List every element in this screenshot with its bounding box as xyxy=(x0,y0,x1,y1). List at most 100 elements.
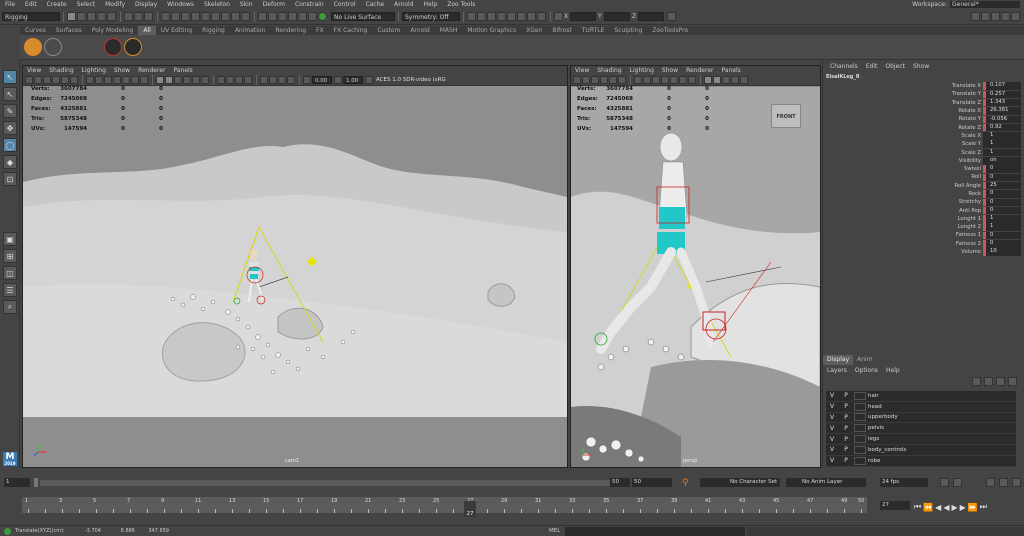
viewport-menu-panels[interactable]: Panels xyxy=(169,66,196,75)
snap-curve-icon[interactable] xyxy=(268,12,277,21)
x-field[interactable] xyxy=(570,12,596,21)
layer-visibility-toggle[interactable]: V xyxy=(826,446,838,453)
channel-attribute-row[interactable]: Roll Angle 25 xyxy=(823,181,1024,190)
channel-attribute-value[interactable]: -0.056 xyxy=(983,115,1021,124)
construction-history-icon[interactable] xyxy=(477,12,486,21)
wireframe-icon[interactable] xyxy=(704,76,712,84)
menu-help[interactable]: Help xyxy=(419,0,443,9)
menu-constrain[interactable]: Constrain xyxy=(290,0,329,9)
textured-icon[interactable] xyxy=(731,76,739,84)
layer-display-type[interactable] xyxy=(854,445,866,454)
channel-attribute-row[interactable]: Lenght 21 xyxy=(823,223,1024,231)
aa-icon[interactable] xyxy=(235,76,243,84)
mask-icon-5[interactable] xyxy=(201,12,210,21)
layer-visibility-toggle[interactable]: V xyxy=(826,403,838,410)
grid-icon[interactable] xyxy=(634,76,642,84)
shelf-tab-motion-graphics[interactable]: Motion Graphics xyxy=(462,26,521,35)
shelf-rig-icon-2[interactable] xyxy=(124,38,142,56)
render-icon[interactable] xyxy=(487,12,496,21)
viewport-menu-show[interactable]: Show xyxy=(658,66,682,75)
grease-pencil-icon[interactable] xyxy=(618,76,626,84)
playback-end-field[interactable]: 50 xyxy=(610,478,630,487)
menu-control[interactable]: Control xyxy=(329,0,361,9)
channel-attribute-row[interactable]: Translate Y 0.257 xyxy=(823,90,1024,99)
shelf-tab-animation[interactable]: Animation xyxy=(230,26,271,35)
channel-attribute-value[interactable]: 0 xyxy=(983,165,1021,173)
last-tool-icon[interactable]: ⊡ xyxy=(3,172,17,186)
select-hierarchy-icon[interactable] xyxy=(124,12,133,21)
menu-skeleton[interactable]: Skeleton xyxy=(199,0,235,9)
ao-icon[interactable] xyxy=(217,76,225,84)
mask-icon[interactable] xyxy=(161,12,170,21)
current-frame-marker[interactable]: 27 xyxy=(464,501,476,517)
channel-menu-edit[interactable]: Edit xyxy=(862,63,882,70)
channel-attribute-name[interactable]: Rotate X xyxy=(823,108,983,114)
layer-visibility-toggle[interactable]: V xyxy=(826,414,838,421)
viewport-menu-panels[interactable]: Panels xyxy=(717,66,744,75)
layer-name[interactable]: pelvis xyxy=(868,425,884,431)
xray-icon[interactable] xyxy=(269,76,277,84)
character-set-dropdown[interactable]: No Character Set xyxy=(700,478,780,487)
layer-visibility-toggle[interactable]: V xyxy=(826,436,838,443)
viewport-menu-shading[interactable]: Shading xyxy=(593,66,625,75)
shelf-tab-xgen[interactable]: XGen xyxy=(521,26,547,35)
search-icon[interactable]: ⌕ xyxy=(3,300,17,314)
channel-attribute-value[interactable]: 0 xyxy=(983,231,1021,240)
view-cube[interactable]: FRONT xyxy=(771,104,801,128)
workspace-selector[interactable]: Workspace: General* xyxy=(912,0,1020,9)
channel-box-icon[interactable] xyxy=(1011,12,1020,21)
layer-playback-toggle[interactable]: P xyxy=(838,457,854,464)
shelf-human-icon[interactable] xyxy=(84,38,102,56)
image-plane-icon[interactable] xyxy=(600,76,608,84)
layer-row[interactable]: V Pupperbody xyxy=(826,413,1016,424)
exposure-icon[interactable] xyxy=(303,76,311,84)
layer-playback-toggle[interactable]: P xyxy=(838,403,854,410)
open-scene-icon[interactable] xyxy=(77,12,86,21)
step-forward-key-icon[interactable]: ⏩ xyxy=(968,503,978,512)
twod-pan-icon[interactable] xyxy=(61,76,69,84)
channel-attribute-row[interactable]: Roll 0 xyxy=(823,173,1024,182)
viewport-menu-show[interactable]: Show xyxy=(110,66,134,75)
shelf-tab-sculpting[interactable]: Sculpting xyxy=(609,26,647,35)
menuset-dropdown[interactable]: Rigging xyxy=(2,12,60,21)
bookmark-icon[interactable] xyxy=(43,76,51,84)
attribute-editor-icon[interactable] xyxy=(991,12,1000,21)
snap-point-icon[interactable] xyxy=(278,12,287,21)
go-to-start-icon[interactable]: ⏮ xyxy=(914,502,921,512)
channel-attribute-row[interactable]: Rotate Y -0.056 xyxy=(823,115,1024,124)
shelf-tab-zootoolspro[interactable]: ZooToolsPro xyxy=(647,26,693,35)
gamma-field[interactable]: 1.00 xyxy=(343,76,363,84)
twod-pan-icon[interactable] xyxy=(609,76,617,84)
layer-display-type[interactable] xyxy=(854,391,866,400)
viewport-menu-renderer[interactable]: Renderer xyxy=(682,66,717,75)
film-gate-icon[interactable] xyxy=(95,76,103,84)
snap-surface-icon[interactable] xyxy=(298,12,307,21)
play-backward-icon[interactable]: ◀ xyxy=(943,503,949,512)
shelf-rig-icon[interactable] xyxy=(104,38,122,56)
save-scene-icon[interactable] xyxy=(87,12,96,21)
key-prefs-icon[interactable] xyxy=(953,478,962,487)
channel-attribute-row[interactable]: Lenght 11 xyxy=(823,215,1024,223)
viewport-menu-lighting[interactable]: Lighting xyxy=(626,66,658,75)
xray-joints-icon[interactable] xyxy=(278,76,286,84)
new-empty-layer-icon[interactable] xyxy=(996,377,1005,386)
layer-name[interactable]: hair xyxy=(868,393,879,399)
layer-name[interactable]: upperbody xyxy=(868,414,898,420)
channel-attribute-row[interactable]: Translate X 0.107 xyxy=(823,82,1024,90)
scale-tool-icon[interactable]: ◆ xyxy=(3,155,17,169)
layer-name[interactable]: body_controls xyxy=(868,447,906,453)
channel-attribute-value[interactable]: 1 xyxy=(983,148,1021,157)
animation-end-field[interactable]: 50 xyxy=(632,478,672,487)
layer-display-type[interactable] xyxy=(854,402,866,411)
mask-icon-2[interactable] xyxy=(171,12,180,21)
menu-skin[interactable]: Skin xyxy=(235,0,258,9)
wireframe-on-shaded-icon[interactable] xyxy=(174,76,182,84)
channel-attribute-name[interactable]: Lenght 1 xyxy=(823,216,983,222)
shelf-arnold-icon[interactable] xyxy=(24,38,42,56)
mel-command-input[interactable] xyxy=(565,526,745,536)
layer-name[interactable]: robe xyxy=(868,458,880,464)
redo-icon[interactable] xyxy=(107,12,116,21)
menu-modify[interactable]: Modify xyxy=(100,0,130,9)
menu-windows[interactable]: Windows xyxy=(162,0,199,9)
layer-visibility-toggle[interactable]: V xyxy=(826,392,838,399)
